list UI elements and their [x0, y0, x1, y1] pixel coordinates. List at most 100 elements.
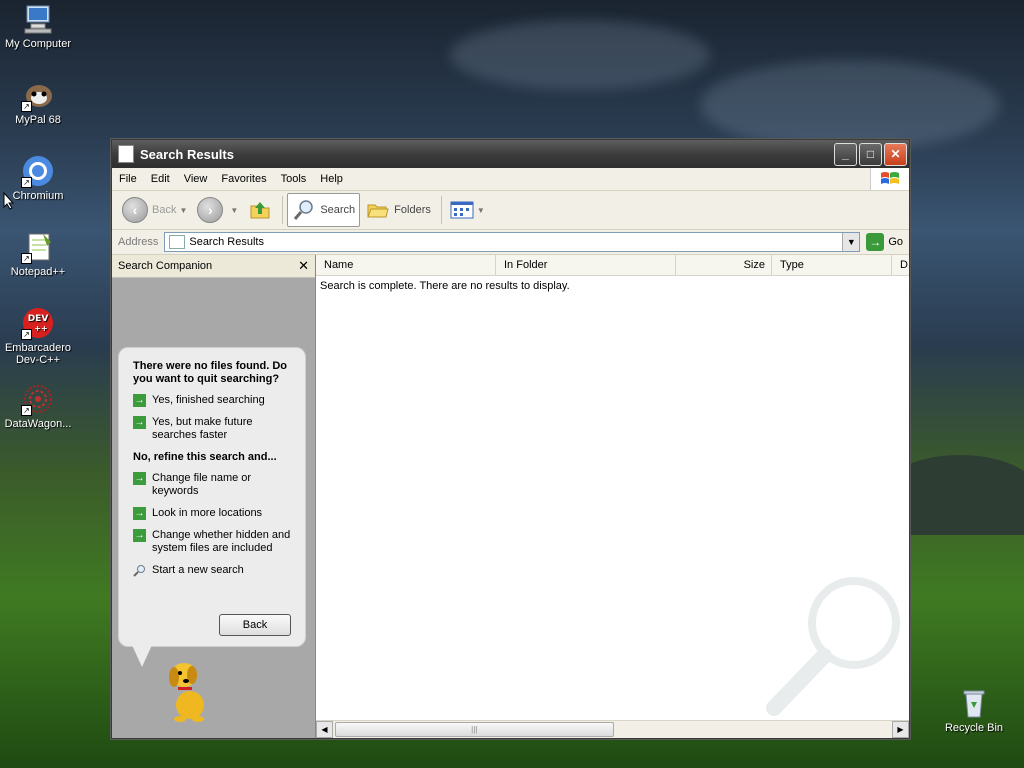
search-dog-icon[interactable] — [162, 655, 218, 725]
desktop-icon-label: Notepad++ — [10, 266, 66, 278]
forward-toolbar-button[interactable]: › ▼ — [193, 194, 242, 226]
menu-view[interactable]: View — [177, 173, 215, 185]
title-bar[interactable]: Search Results _ □ ✕ — [112, 140, 909, 168]
close-button[interactable]: ✕ — [884, 142, 907, 166]
option-label: Start a new search — [152, 564, 244, 576]
minimize-icon: _ — [842, 147, 849, 161]
menu-tools[interactable]: Tools — [274, 173, 314, 185]
forward-arrow-icon: › — [197, 197, 224, 223]
back-toolbar-button[interactable]: ‹ Back ▼ — [118, 194, 191, 226]
address-bar: Address Search Results ▼ → Go — [112, 230, 909, 255]
refine-heading: No, refine this search and... — [133, 451, 277, 463]
option-hidden-system-files[interactable]: → Change whether hidden and system files… — [133, 529, 295, 555]
shortcut-arrow-icon: ↗ — [21, 253, 32, 264]
address-value: Search Results — [189, 236, 264, 248]
desktop-icon-devcpp[interactable]: DEV ++ ↗ Embarcadero Dev-C++ — [0, 306, 76, 366]
desktop-icon-label: Embarcadero Dev-C++ — [4, 342, 72, 366]
search-watermark-icon — [766, 577, 900, 716]
close-companion-icon[interactable]: ✕ — [298, 258, 309, 274]
column-type[interactable]: Type — [772, 255, 892, 275]
shortcut-arrow-icon: ↗ — [21, 101, 32, 112]
back-dropdown-icon[interactable]: ▼ — [179, 206, 187, 215]
column-size[interactable]: Size — [676, 255, 772, 275]
desktop-icon-mypal[interactable]: ↗ MyPal 68 — [0, 78, 76, 126]
menu-file[interactable]: File — [112, 173, 144, 185]
desktop-icon-my-computer[interactable]: My Computer — [0, 2, 76, 50]
maximize-icon: □ — [866, 147, 875, 161]
search-results-window: Search Results _ □ ✕ File Edit View Favo… — [111, 139, 910, 739]
back-arrow-icon: ‹ — [122, 197, 148, 223]
option-change-file-name[interactable]: → Change file name or keywords — [133, 472, 295, 498]
toolbar: ‹ Back ▼ › ▼ Search Folders ▼ — [112, 191, 909, 230]
column-date[interactable]: D — [892, 255, 909, 275]
computer-icon — [21, 2, 55, 36]
option-finished-searching[interactable]: → Yes, finished searching — [133, 394, 295, 407]
shortcut-arrow-icon: ↗ — [21, 329, 32, 340]
folders-icon — [367, 204, 389, 218]
datawagon-icon: ↗ — [21, 382, 55, 416]
up-folder-button[interactable] — [244, 194, 276, 226]
close-icon: ✕ — [890, 147, 901, 161]
mouse-cursor-icon — [3, 192, 15, 210]
green-arrow-icon: → — [133, 529, 146, 542]
search-label: Search — [320, 204, 356, 216]
search-toolbar-button[interactable]: Search — [287, 193, 361, 227]
scroll-right-icon[interactable]: ▶ — [892, 721, 909, 738]
window-title: Search Results — [140, 146, 234, 162]
toolbar-separator — [282, 196, 284, 224]
no-results-message: Search is complete. There are no results… — [320, 280, 570, 292]
desktop-icon-datawagon[interactable]: ↗ DataWagon... — [0, 382, 76, 430]
option-new-search[interactable]: Start a new search — [133, 564, 295, 577]
toolbar-separator — [440, 196, 442, 224]
chromium-icon: ↗ — [21, 154, 55, 188]
option-label: Look in more locations — [152, 507, 263, 519]
menu-edit[interactable]: Edit — [144, 173, 177, 185]
desktop-icon-label: DataWagon... — [4, 418, 72, 430]
companion-back-button[interactable]: Back — [219, 614, 291, 636]
option-label: Change file name or keywords — [152, 472, 252, 497]
green-arrow-icon: → — [133, 507, 146, 520]
option-label: Yes, finished searching — [152, 394, 265, 406]
forward-dropdown-icon[interactable]: ▼ — [230, 206, 238, 215]
search-window-icon — [118, 145, 134, 163]
speech-bubble-tail — [132, 645, 152, 667]
notepadpp-icon: ↗ — [21, 230, 55, 264]
menu-favorites[interactable]: Favorites — [214, 173, 273, 185]
maximize-button[interactable]: □ — [859, 142, 882, 166]
column-in-folder[interactable]: In Folder — [496, 255, 676, 275]
option-faster-searches[interactable]: → Yes, but make future searches faster — [133, 416, 295, 442]
recycle-bin-icon — [957, 686, 991, 720]
content-area: Search Companion ✕ There were no files f… — [112, 255, 909, 738]
minimize-button[interactable]: _ — [834, 142, 857, 166]
go-arrow-icon: → — [866, 233, 885, 251]
desktop-icon-recycle-bin[interactable]: Recycle Bin — [936, 686, 1012, 734]
search-results-icon — [169, 235, 186, 249]
green-arrow-icon: → — [133, 472, 146, 485]
horizontal-scrollbar[interactable]: ◀ ||| ▶ — [316, 720, 909, 738]
option-more-locations[interactable]: → Look in more locations — [133, 507, 295, 520]
desktop-icon-label: My Computer — [4, 38, 72, 50]
search-icon — [294, 200, 314, 220]
search-companion-pane: Search Companion ✕ There were no files f… — [112, 255, 316, 738]
go-button[interactable]: → Go — [860, 233, 909, 251]
search-companion-title: Search Companion — [118, 260, 213, 272]
mypal-icon: ↗ — [21, 78, 55, 112]
scrollbar-thumb[interactable]: ||| — [335, 722, 614, 737]
companion-speech-bubble: There were no files found. Do you want t… — [118, 347, 306, 647]
column-name[interactable]: Name — [316, 255, 496, 275]
column-header-row: Name In Folder Size Type D — [316, 255, 909, 276]
desktop-icon-notepadpp[interactable]: ↗ Notepad++ — [0, 230, 76, 278]
scroll-left-icon[interactable]: ◀ — [316, 721, 333, 738]
address-dropdown-icon[interactable]: ▼ — [842, 233, 860, 251]
shortcut-arrow-icon: ↗ — [21, 177, 32, 188]
folders-label: Folders — [394, 204, 431, 216]
address-input[interactable]: Search Results ▼ — [164, 232, 861, 252]
svg-text:DEV: DEV — [28, 314, 49, 324]
folders-toolbar-button[interactable]: Folders — [362, 194, 435, 226]
option-label: Change whether hidden and system files a… — [152, 529, 291, 554]
menu-help[interactable]: Help — [313, 173, 350, 185]
svg-text:++: ++ — [34, 324, 47, 333]
search-companion-header: Search Companion ✕ — [112, 255, 315, 278]
wallpaper-cloud — [700, 60, 1000, 150]
views-toolbar-button[interactable]: ▼ — [446, 194, 489, 226]
